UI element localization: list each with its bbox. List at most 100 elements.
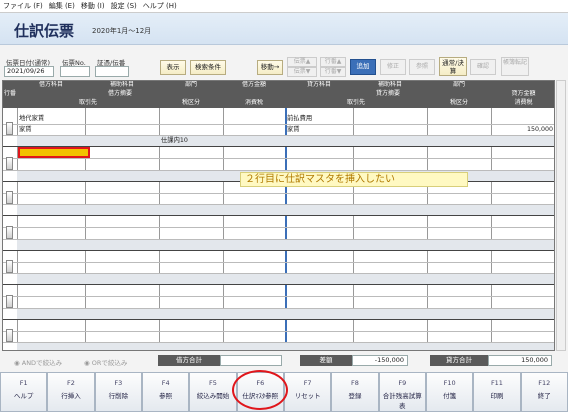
fkey-label: 終了	[537, 392, 551, 400]
row-select-button[interactable]	[6, 294, 13, 308]
edit-mode-button[interactable]: 修正	[380, 59, 406, 75]
fkey-number: F5	[209, 379, 217, 387]
title-bar	[0, 13, 568, 45]
fkey-number: F8	[351, 379, 359, 387]
and-filter-radio[interactable]: ◉ ANDで絞込み	[14, 357, 62, 367]
fkey-f5[interactable]: F5 絞込み開始	[189, 372, 237, 412]
row-select-button[interactable]	[6, 122, 13, 135]
row-select-button[interactable]	[6, 260, 13, 273]
menu-help[interactable]: ヘルプ (H)	[143, 1, 177, 11]
move-button[interactable]: 移動→	[257, 60, 283, 75]
grid-row-separator	[3, 215, 554, 216]
credit-amount-header: 貸方金額	[491, 90, 554, 99]
book-post-button[interactable]: 帳簿転記	[501, 57, 529, 76]
and-filter-label: ANDで絞込み	[21, 359, 63, 367]
credit-tax-div-header: 税区分	[427, 99, 491, 108]
credit-sub-account-header: 補助科目	[353, 81, 427, 90]
fkey-f1[interactable]: F1 ヘルプ	[0, 372, 48, 412]
fkey-number: F1	[19, 379, 28, 387]
debit-tax-div-header: 税区分	[159, 99, 223, 108]
fkey-number: F12	[538, 379, 551, 387]
fkey-f12[interactable]: F12 終了	[520, 372, 568, 412]
grid-line	[3, 135, 554, 136]
grid-line	[3, 261, 554, 263]
fkey-label: 行削除	[108, 392, 129, 400]
row1-debit-summary[interactable]: 家賃	[19, 126, 32, 134]
grid-line	[3, 204, 554, 205]
row-select-button[interactable]	[6, 156, 13, 170]
row-select-button[interactable]	[6, 225, 13, 239]
row1-credit-account[interactable]: 前払費用	[287, 115, 312, 123]
fkey-f11[interactable]: F11 印刷	[473, 372, 521, 412]
fkey-number: F3	[114, 379, 123, 387]
fkey-f3[interactable]: F3 行削除	[94, 372, 142, 412]
grid-line	[3, 342, 554, 343]
search-condition-button[interactable]: 検索条件	[190, 60, 226, 75]
credit-summary-header: 貸方摘要	[285, 90, 491, 99]
row-select-button[interactable]	[6, 191, 13, 204]
fkey-f7[interactable]: F7 リセット	[283, 372, 332, 412]
fkey-label: ヘルプ	[13, 392, 34, 400]
grid-line	[3, 296, 554, 297]
debit-partner-header: 取引先	[17, 99, 159, 108]
row-up-button[interactable]: 行番▲	[320, 57, 346, 67]
grid-row-shade	[17, 307, 554, 319]
row1-credit-summary[interactable]: 家賃	[287, 126, 300, 134]
prev-slip-button[interactable]: 伝票▲	[287, 57, 317, 67]
fkey-f2[interactable]: F2 行挿入	[47, 372, 95, 412]
menu-settings[interactable]: 設定 (S)	[111, 1, 137, 11]
credit-partner-header: 取引先	[285, 99, 427, 108]
row-down-button[interactable]: 行番▼	[320, 67, 346, 77]
fkey-number: F4	[161, 379, 170, 387]
grid-row-separator	[3, 318, 554, 320]
fkey-number: F2	[67, 379, 75, 387]
grid-row-shade	[17, 273, 554, 284]
grid-line	[3, 158, 554, 159]
menu-move[interactable]: 移動 (I)	[81, 1, 105, 11]
menu-file[interactable]: ファイル (F)	[3, 1, 43, 11]
vertical-scrollbar[interactable]	[556, 80, 566, 351]
row1-credit-amount[interactable]: 150,000	[493, 126, 553, 134]
fiscal-period: 2020年1月～12月	[92, 27, 152, 35]
debit-dept-header: 部門	[159, 81, 223, 90]
fkey-label: 絞込み開始	[196, 392, 230, 400]
row-select-button[interactable]	[6, 329, 13, 342]
grid-line	[3, 273, 554, 274]
slip-no-field[interactable]	[60, 66, 90, 77]
selected-cell-row2[interactable]	[18, 147, 90, 158]
normal-close-button[interactable]: 通常/決算	[439, 57, 467, 76]
grid-row-shade	[17, 135, 554, 146]
debit-amount-header: 借方金額	[223, 81, 285, 90]
fkey-f10[interactable]: F10 付箋	[425, 372, 474, 412]
row1-debit-tax-div[interactable]: 仕課内10	[161, 137, 188, 145]
next-slip-button[interactable]: 伝票▼	[287, 67, 317, 77]
function-key-bar: F1 ヘルプ F2 行挿入 F3 行削除 F4 参照 F5 絞込み開始 F6 仕訳ﾏｽﾀ参照 F7 リセッ…	[0, 372, 568, 412]
row-number-header: 行番	[3, 81, 17, 108]
fkey-label: 付箋	[443, 392, 457, 400]
row1-debit-account[interactable]: 地代家賃	[19, 115, 44, 123]
page-title: 仕訳伝票	[14, 22, 75, 40]
debit-amount-header-blank	[223, 90, 285, 99]
date-field[interactable]: 2021/09/26	[4, 66, 54, 77]
fkey-label: 仕訳ﾏｽﾀ参照	[242, 392, 279, 400]
display-button[interactable]: 表示	[160, 60, 186, 75]
fkey-f4[interactable]: F4 参照	[141, 372, 190, 412]
menu-edit[interactable]: 編集 (E)	[49, 1, 75, 11]
debit-tax-header: 消費税	[223, 99, 285, 108]
fkey-f9[interactable]: F9 合計残高試算表	[378, 372, 426, 412]
or-filter-radio[interactable]: ◉ ORで絞込み	[84, 357, 127, 367]
fkey-number: F7	[303, 379, 312, 387]
ref-mode-button[interactable]: 参照	[409, 59, 435, 75]
fkey-label: 参照	[159, 392, 173, 400]
menu-bar: ファイル (F) 編集 (E) 移動 (I) 設定 (S) ヘルプ (H)	[0, 0, 568, 13]
fkey-f6[interactable]: F6 仕訳ﾏｽﾀ参照	[236, 372, 284, 412]
cert-field[interactable]	[95, 66, 129, 77]
annotation-callout: ２行目に仕訳マスタを挿入したい	[240, 172, 468, 187]
grid-line	[3, 169, 554, 171]
fkey-f8[interactable]: F8 登録	[331, 372, 379, 412]
confirm-button[interactable]: 確認	[470, 59, 496, 75]
add-mode-button[interactable]: 追加	[350, 59, 376, 75]
credit-account-header: 貸方科目	[285, 81, 353, 90]
credit-dept-header: 部門	[427, 81, 491, 90]
diff-value: -150,000	[352, 355, 408, 366]
